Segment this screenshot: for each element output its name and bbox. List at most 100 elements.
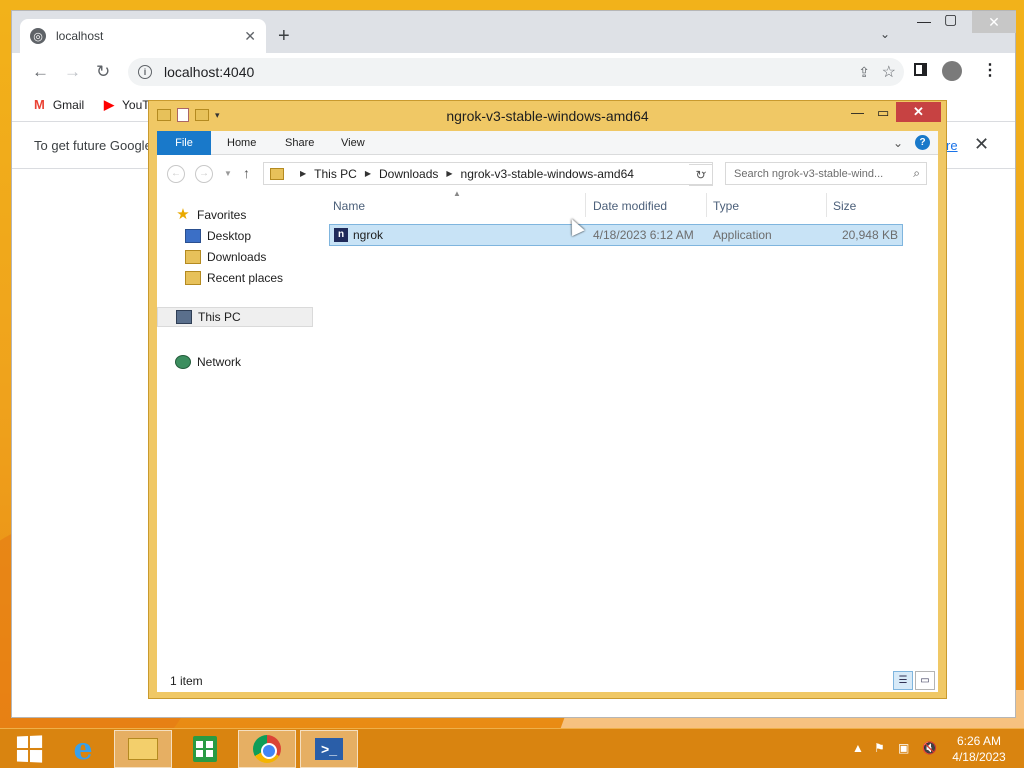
volume-muted-icon[interactable]: 🔇 xyxy=(922,741,937,755)
nav-network[interactable]: Network xyxy=(175,352,241,372)
chrome-maximize-button[interactable]: ▢ xyxy=(944,11,957,28)
column-divider[interactable] xyxy=(706,193,707,217)
explorer-window-title: ngrok-v3-stable-windows-amd64 xyxy=(446,108,649,124)
back-button[interactable]: ← xyxy=(167,165,185,183)
large-icons-view-icon[interactable]: ▭ xyxy=(915,671,935,690)
explorer-maximize-button[interactable]: ▭ xyxy=(877,105,889,121)
back-arrow-icon[interactable]: ← xyxy=(32,62,49,82)
recent-locations-dropdown-icon[interactable]: ▼ xyxy=(224,169,232,178)
breadcrumb-separator-icon[interactable]: ▶ xyxy=(446,169,452,178)
chrome-menu-icon[interactable]: ⋮ xyxy=(982,60,998,80)
tab-file[interactable]: File xyxy=(157,131,211,155)
folder-icon xyxy=(270,167,284,180)
infobar-text: To get future Google xyxy=(34,138,152,153)
chrome-minimize-button[interactable]: — xyxy=(917,13,931,29)
breadcrumb-separator-icon[interactable]: ▶ xyxy=(300,169,306,178)
explorer-minimize-button[interactable]: — xyxy=(851,105,864,120)
sort-ascending-icon: ▲ xyxy=(453,189,461,198)
forward-button[interactable]: → xyxy=(195,165,213,183)
close-tab-icon[interactable]: ✕ xyxy=(244,28,256,45)
column-divider[interactable] xyxy=(826,193,827,217)
infobar-link[interactable]: re xyxy=(946,138,958,153)
chrome-icon xyxy=(253,735,281,763)
globe-icon: ◎ xyxy=(30,28,46,44)
address-bar[interactable]: i localhost:4040 ⇪ ☆ xyxy=(128,58,904,86)
clock-time: 6:26 AM xyxy=(956,734,1002,748)
reload-icon[interactable]: ↻ xyxy=(96,62,110,82)
taskbar-internet-explorer[interactable]: e xyxy=(54,730,112,768)
site-info-icon[interactable]: i xyxy=(138,65,152,79)
chrome-tab-localhost[interactable]: ◎ localhost ✕ xyxy=(20,19,266,53)
tab-search-chevron-icon[interactable]: ⌄ xyxy=(880,27,890,41)
bookmark-label: Gmail xyxy=(52,97,85,112)
nav-downloads[interactable]: Downloads xyxy=(185,247,266,267)
nav-label: Recent places xyxy=(207,271,284,285)
nav-desktop[interactable]: Desktop xyxy=(185,226,251,246)
nav-recent-places[interactable]: Recent places xyxy=(185,268,283,288)
search-icon[interactable]: ⌕ xyxy=(913,166,920,181)
search-placeholder: Search ngrok-v3-stable-wind... xyxy=(734,167,884,180)
windows-logo-icon xyxy=(16,735,43,763)
side-panel-icon[interactable] xyxy=(914,63,927,76)
column-header-name[interactable]: Name xyxy=(333,199,365,213)
bookmark-youtube[interactable]: ▶ YouT xyxy=(104,97,150,113)
explorer-title-bar[interactable]: ▾ ngrok-v3-stable-windows-amd64 — ▭ ✕ xyxy=(149,101,946,131)
bookmark-label: YouT xyxy=(122,98,150,112)
taskbar-powershell[interactable]: >_ xyxy=(300,730,358,768)
recent-places-icon xyxy=(185,271,201,285)
network-tray-icon[interactable]: ▣ xyxy=(898,741,909,755)
star-icon: ★ xyxy=(176,206,190,223)
new-tab-button[interactable]: + xyxy=(278,25,290,48)
navigation-pane: ★ Favorites Desktop Downloads Recent pla… xyxy=(157,197,313,667)
clock-date: 4/18/2023 xyxy=(952,750,1006,764)
column-header-date[interactable]: Date modified xyxy=(593,199,667,213)
show-hidden-icons-icon[interactable]: ▲ xyxy=(852,741,864,755)
start-button[interactable] xyxy=(0,730,58,768)
nav-this-pc[interactable]: This PC xyxy=(157,307,313,327)
breadcrumb-current-folder[interactable]: ngrok-v3-stable-windows-amd64 xyxy=(461,167,634,181)
network-icon xyxy=(175,355,191,369)
file-size: 20,948 KB xyxy=(841,228,898,242)
tab-share[interactable]: Share xyxy=(271,131,328,155)
nav-favorites[interactable]: ★ Favorites xyxy=(175,205,246,225)
file-row-ngrok[interactable]: n ngrok 4/18/2023 6:12 AM Application 20… xyxy=(329,224,903,246)
address-breadcrumb[interactable]: ▶ This PC ▶ Downloads ▶ ngrok-v3-stable-… xyxy=(263,162,713,185)
bookmark-gmail[interactable]: M Gmail xyxy=(34,97,84,112)
taskbar-file-explorer[interactable] xyxy=(114,730,172,768)
explorer-close-button[interactable]: ✕ xyxy=(896,102,941,122)
breadcrumb-separator-icon[interactable]: ▶ xyxy=(365,169,371,178)
column-header-size[interactable]: Size xyxy=(833,199,856,213)
desktop-icon xyxy=(185,229,201,243)
search-input[interactable]: Search ngrok-v3-stable-wind... ⌕ xyxy=(725,162,927,185)
taskbar: e >_ ▲ ⚑ ▣ 🔇 6:26 AM 4/18/2023 xyxy=(0,728,1024,768)
taskbar-store[interactable] xyxy=(176,730,234,768)
breadcrumb-downloads[interactable]: Downloads xyxy=(379,167,438,181)
expand-ribbon-chevron-icon[interactable]: ⌄ xyxy=(893,136,903,150)
explorer-content: File Home Share View ⌄ ? ← → ▼ ↑ ▶ This … xyxy=(157,131,938,692)
file-name: ngrok xyxy=(353,228,384,242)
infobar-close-button[interactable]: ✕ xyxy=(974,134,989,155)
chrome-close-button[interactable]: ✕ xyxy=(972,11,1016,33)
nav-label: Downloads xyxy=(207,250,267,264)
action-center-flag-icon[interactable]: ⚑ xyxy=(874,741,885,755)
taskbar-chrome[interactable] xyxy=(238,730,296,768)
help-icon[interactable]: ? xyxy=(915,135,930,150)
chrome-toolbar: ← → ↻ i localhost:4040 ⇪ ☆ xyxy=(12,53,1015,91)
gmail-icon: M xyxy=(34,97,45,112)
ribbon-right-controls: ⌄ ? xyxy=(893,135,930,150)
profile-avatar[interactable] xyxy=(942,61,962,81)
column-divider[interactable] xyxy=(585,193,586,217)
system-clock[interactable]: 6:26 AM 4/18/2023 xyxy=(944,733,1014,765)
tab-view[interactable]: View xyxy=(327,131,379,155)
share-icon[interactable]: ⇪ xyxy=(858,64,870,81)
forward-arrow-icon[interactable]: → xyxy=(64,62,81,82)
refresh-icon[interactable]: ↻ xyxy=(689,164,713,186)
tab-home[interactable]: Home xyxy=(213,131,270,155)
up-arrow-icon[interactable]: ↑ xyxy=(243,165,250,181)
file-list: ▲ Name Date modified Type Size n ngrok 4… xyxy=(329,189,929,661)
breadcrumb-this-pc[interactable]: This PC xyxy=(314,167,357,181)
column-header-type[interactable]: Type xyxy=(713,199,739,213)
url-text[interactable]: localhost:4040 xyxy=(164,64,254,80)
bookmark-star-icon[interactable]: ☆ xyxy=(882,62,896,82)
details-view-icon[interactable]: ☰ xyxy=(893,671,913,690)
